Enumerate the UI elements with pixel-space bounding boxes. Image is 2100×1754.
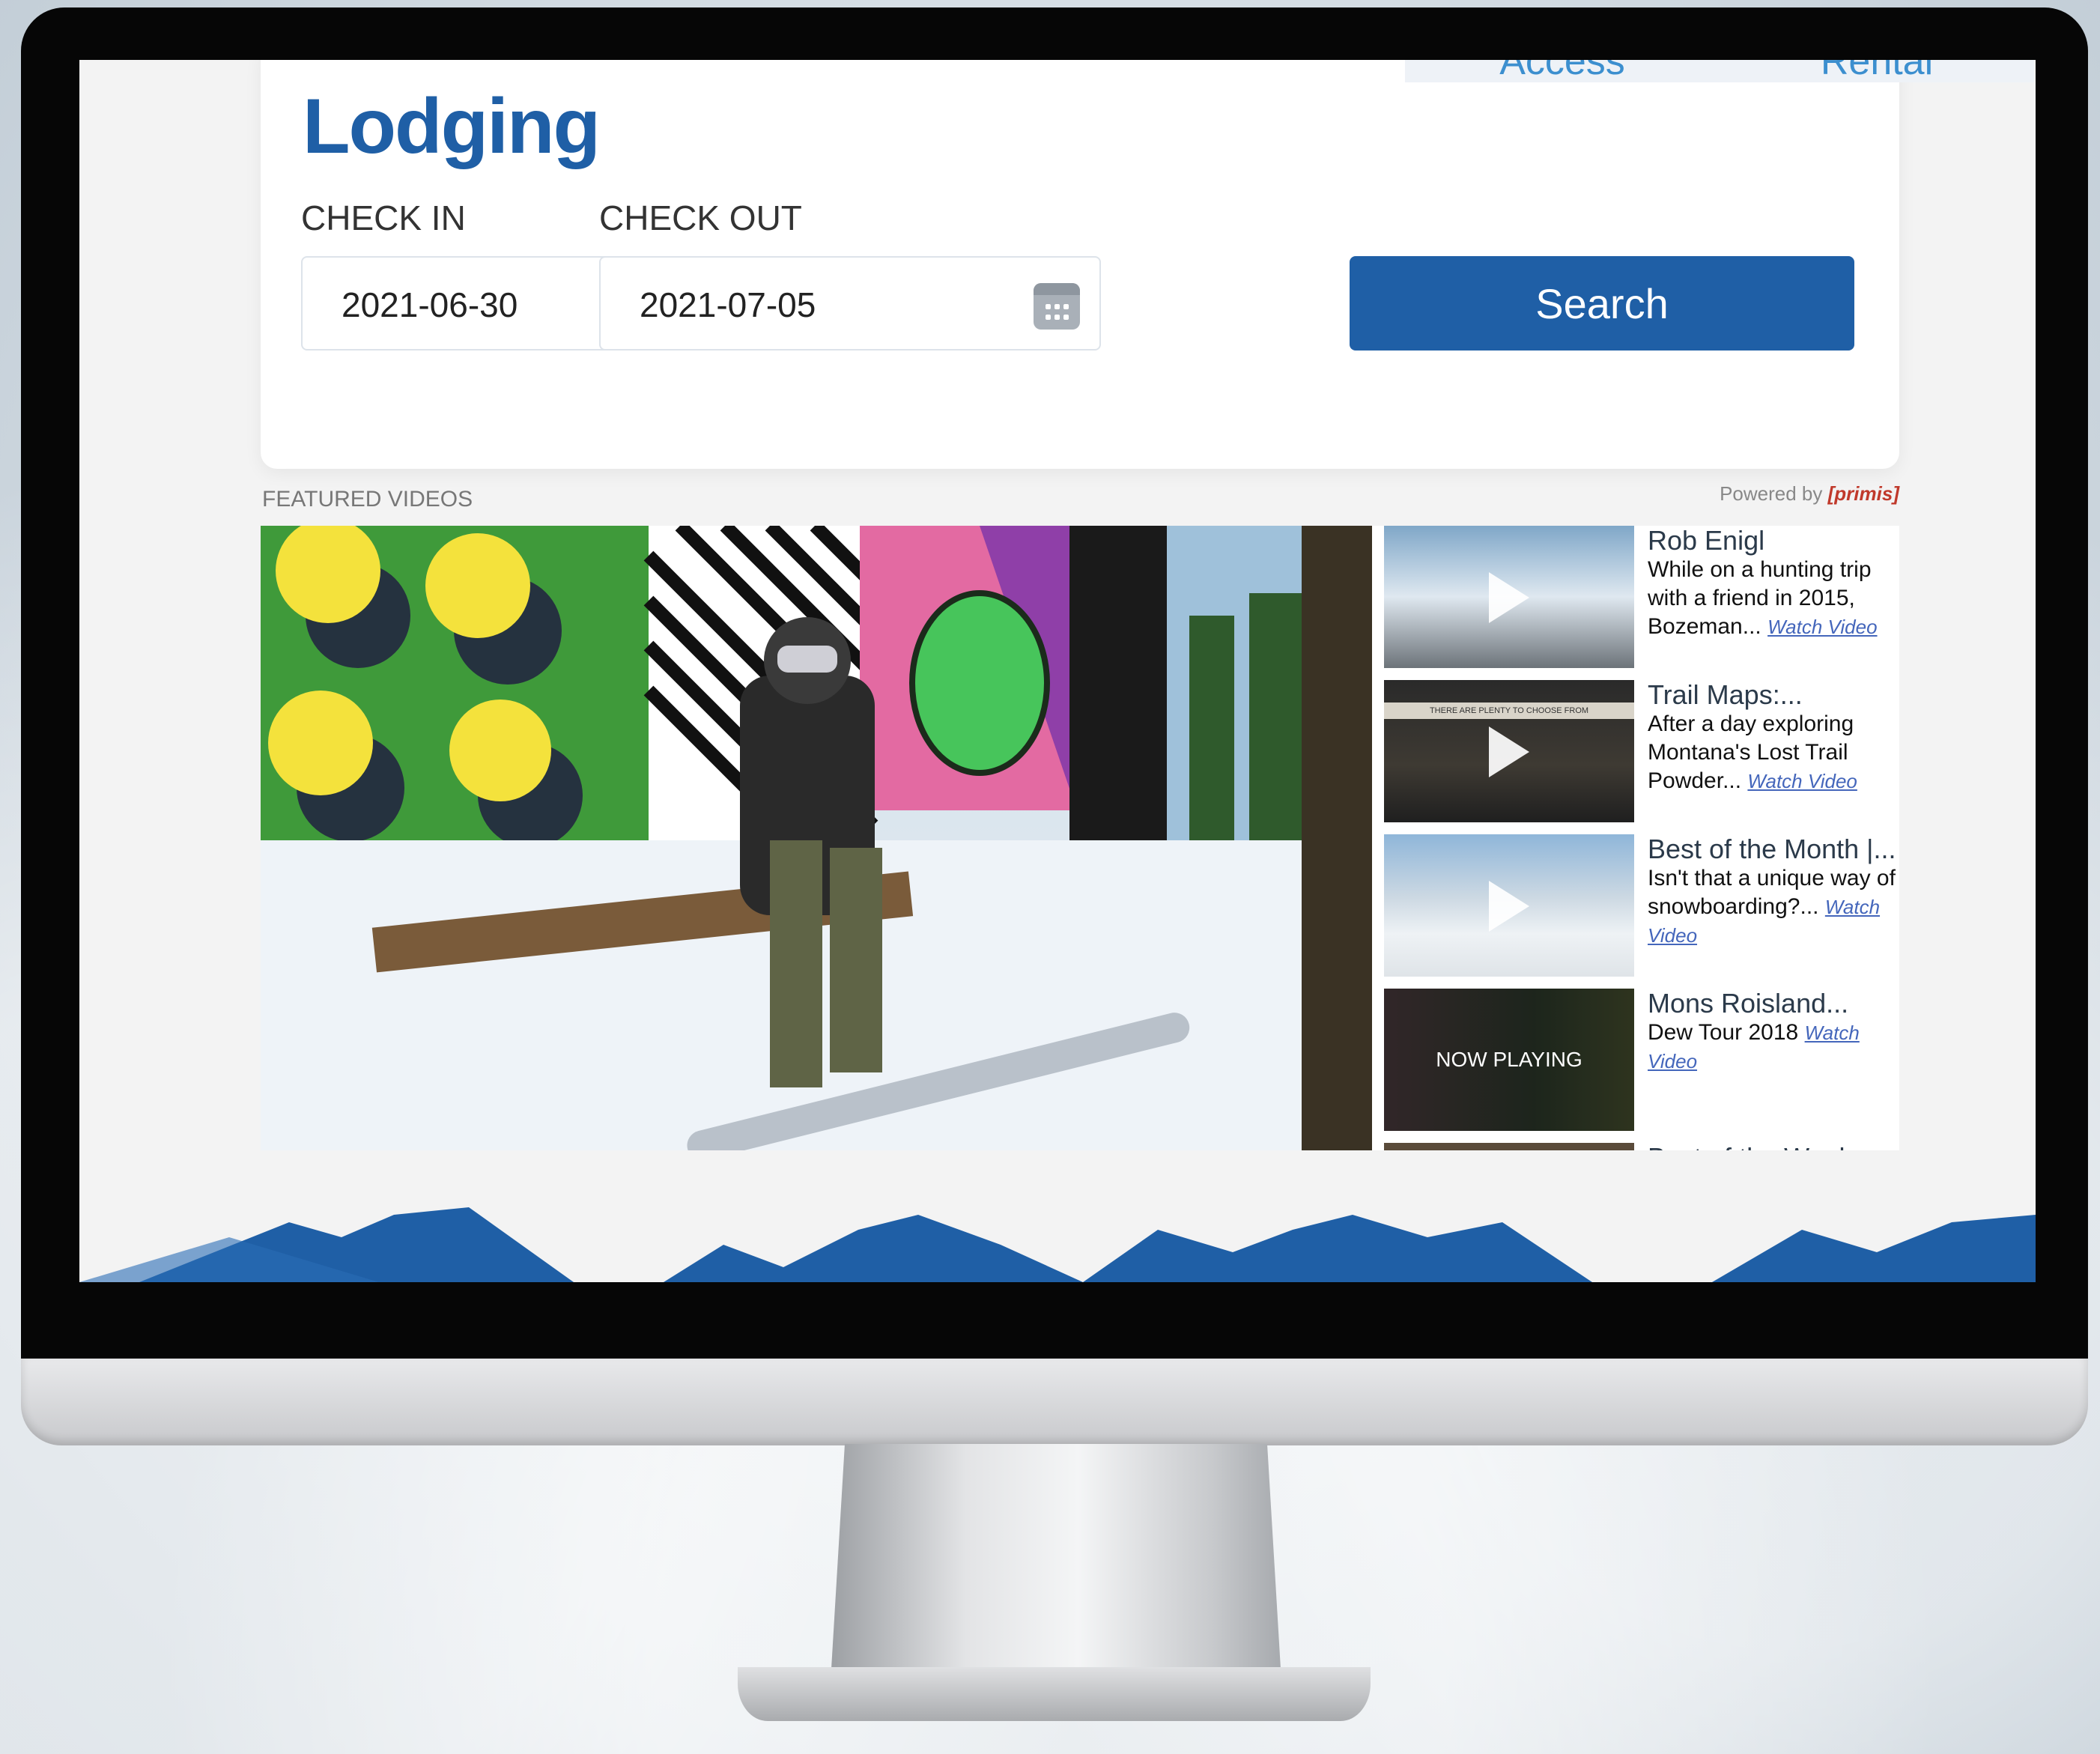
video-thumbnail[interactable] — [1384, 526, 1634, 668]
page-title: Lodging — [303, 83, 601, 170]
checkin-label: CHECK IN — [301, 198, 466, 237]
play-icon — [1489, 572, 1529, 623]
checkout-date-value: 2021-07-05 — [640, 285, 816, 324]
featured-videos-label: FEATURED VIDEOS — [262, 487, 473, 512]
tab-rental[interactable]: Rental — [1720, 60, 2034, 82]
thumbnail-caption: THERE ARE PLENTY TO CHOOSE FROM — [1384, 702, 1634, 719]
lodging-booking-card: Access Rental Lodging CHECK IN CHECK OUT… — [261, 60, 2034, 469]
website-screen: Access Rental Lodging CHECK IN CHECK OUT… — [79, 60, 2036, 1282]
video-title[interactable]: Best of the Week — [1648, 1143, 1899, 1150]
playlist-item[interactable]: Best of the Week — [1384, 1143, 1899, 1150]
primis-logo[interactable]: [primis] — [1828, 482, 1899, 505]
checkout-label: CHECK OUT — [599, 198, 802, 237]
checkout-date-field[interactable]: 2021-07-05 — [599, 256, 1101, 351]
video-thumbnail[interactable] — [1384, 834, 1634, 977]
calendar-icon[interactable] — [1034, 283, 1080, 330]
checkin-date-value: 2021-06-30 — [342, 285, 518, 324]
main-video-player[interactable] — [261, 526, 1372, 1150]
service-tabs: Access Rental — [1405, 60, 2034, 82]
play-icon — [1489, 881, 1529, 932]
playlist-item[interactable]: Best of the Month |... Isn't that a uniq… — [1384, 834, 1899, 977]
monitor-chin — [21, 1359, 2088, 1445]
powered-by: Powered by [primis] — [1720, 482, 1899, 506]
playlist-item[interactable]: Rob Enigl While on a hunting trip with a… — [1384, 526, 1899, 668]
video-thumbnail[interactable]: THERE ARE PLENTY TO CHOOSE FROM — [1384, 680, 1634, 822]
watch-video-link[interactable]: Watch Video — [1767, 616, 1877, 638]
video-playlist: Rob Enigl While on a hunting trip with a… — [1372, 526, 1899, 1150]
video-description: Dew Tour 2018 — [1648, 1020, 1799, 1045]
monitor-stand-neck — [831, 1444, 1281, 1669]
playlist-item-now-playing[interactable]: NOW PLAYING Mons Roisland... Dew Tour 20… — [1384, 989, 1899, 1131]
watch-video-link[interactable]: Watch Video — [1747, 770, 1857, 792]
powered-by-text: Powered by — [1720, 482, 1823, 505]
video-thumbnail[interactable] — [1384, 1143, 1634, 1150]
mountain-footer-graphic — [79, 1207, 2036, 1282]
video-thumbnail[interactable]: NOW PLAYING — [1384, 989, 1634, 1131]
video-title[interactable]: Rob Enigl — [1648, 526, 1899, 556]
tab-access[interactable]: Access — [1405, 60, 1720, 82]
play-icon — [1489, 726, 1529, 777]
playlist-item[interactable]: THERE ARE PLENTY TO CHOOSE FROM Trail Ma… — [1384, 680, 1899, 822]
video-title[interactable]: Best of the Month |... — [1648, 834, 1899, 864]
video-title[interactable]: Trail Maps:... — [1648, 680, 1899, 710]
now-playing-overlay: NOW PLAYING — [1384, 989, 1634, 1131]
video-title[interactable]: Mons Roisland... — [1648, 989, 1899, 1019]
video-frame-image — [261, 526, 1372, 1150]
search-button[interactable]: Search — [1350, 256, 1854, 351]
monitor-stand-foot — [738, 1667, 1371, 1721]
